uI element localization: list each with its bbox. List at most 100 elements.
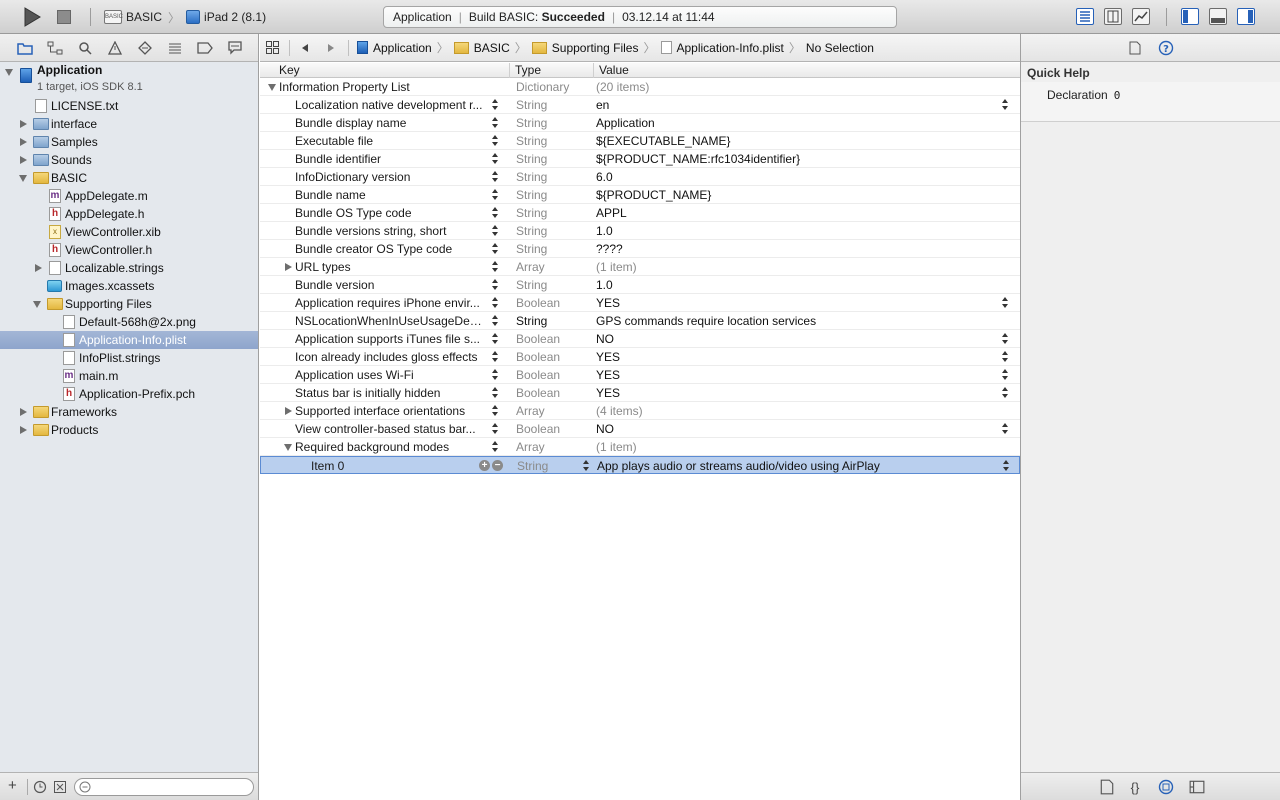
- key-stepper-icon[interactable]: [492, 278, 498, 292]
- tree-item-default-png[interactable]: Default-568h@2x.png: [0, 313, 258, 331]
- disclosure-open-icon[interactable]: [284, 444, 292, 451]
- plist-value[interactable]: NO: [596, 420, 614, 438]
- plist-value[interactable]: NO: [596, 330, 614, 348]
- plist-value[interactable]: YES: [596, 366, 620, 384]
- disclosure-open-icon[interactable]: [33, 301, 41, 308]
- navigator-filter-field[interactable]: [74, 778, 254, 796]
- plist-row[interactable]: Executable file String ${EXECUTABLE_NAME…: [260, 132, 1020, 150]
- key-stepper-icon[interactable]: [492, 332, 498, 346]
- key-stepper-icon[interactable]: [492, 188, 498, 202]
- tree-item-main-m[interactable]: m main.m: [0, 367, 258, 385]
- plist-row[interactable]: Bundle name String ${PRODUCT_NAME}: [260, 186, 1020, 204]
- key-stepper-icon[interactable]: [492, 206, 498, 220]
- run-button[interactable]: [22, 7, 42, 27]
- scheme-selector[interactable]: BASIC BASIC 〉 iPad 2 (8.1): [104, 9, 266, 25]
- disclosure-closed-icon[interactable]: [20, 426, 27, 434]
- plist-value[interactable]: 1.0: [596, 276, 613, 294]
- breakpoint-navigator-tab[interactable]: [197, 40, 213, 56]
- object-library-icon[interactable]: [1158, 779, 1174, 795]
- plist-value[interactable]: YES: [596, 348, 620, 366]
- key-stepper-icon[interactable]: [492, 170, 498, 184]
- type-stepper-icon[interactable]: [583, 459, 589, 473]
- tree-item-sounds[interactable]: Sounds: [0, 151, 258, 169]
- key-stepper-icon[interactable]: [492, 242, 498, 256]
- disclosure-closed-icon[interactable]: [20, 408, 27, 416]
- key-stepper-icon[interactable]: [492, 386, 498, 400]
- tree-item-frameworks[interactable]: Frameworks: [0, 403, 258, 421]
- value-stepper-icon[interactable]: [1002, 350, 1008, 364]
- standard-editor-button[interactable]: [1076, 8, 1094, 25]
- plist-row[interactable]: Status bar is initially hidden Boolean Y…: [260, 384, 1020, 402]
- plist-row[interactable]: Bundle version String 1.0: [260, 276, 1020, 294]
- plist-value[interactable]: APPL: [596, 204, 627, 222]
- disclosure-open-icon[interactable]: [19, 175, 27, 182]
- modified-files-icon[interactable]: [53, 780, 67, 794]
- disclosure-closed-icon[interactable]: [20, 138, 27, 146]
- key-stepper-icon[interactable]: [492, 296, 498, 310]
- plist-row-selected[interactable]: Item 0 + − String App plays audio or str…: [260, 456, 1020, 474]
- plist-row[interactable]: NSLocationWhenInUseUsageDescr... String …: [260, 312, 1020, 330]
- plist-row[interactable]: Application supports iTunes file s... Bo…: [260, 330, 1020, 348]
- breadcrumb-selection[interactable]: No Selection: [806, 41, 874, 55]
- key-stepper-icon[interactable]: [492, 350, 498, 364]
- disclosure-closed-icon[interactable]: [20, 156, 27, 164]
- plist-value[interactable]: Application: [596, 114, 655, 132]
- plist-value[interactable]: ????: [596, 240, 623, 258]
- plist-value[interactable]: YES: [596, 294, 620, 312]
- plist-row[interactable]: Required background modes Array (1 item): [260, 438, 1020, 456]
- value-stepper-icon[interactable]: [1002, 386, 1008, 400]
- disclosure-open-icon[interactable]: [5, 69, 13, 76]
- key-stepper-icon[interactable]: [492, 368, 498, 382]
- plist-value[interactable]: 6.0: [596, 168, 613, 186]
- plist-row[interactable]: Information Property List Dictionary (20…: [260, 78, 1020, 96]
- key-stepper-icon[interactable]: [492, 440, 498, 454]
- forward-arrow-icon[interactable]: [326, 43, 336, 53]
- disclosure-open-icon[interactable]: [268, 84, 276, 91]
- file-template-library-icon[interactable]: [1099, 779, 1115, 795]
- toggle-utilities-button[interactable]: [1237, 8, 1255, 25]
- related-items-grid-icon[interactable]: [266, 41, 279, 54]
- column-header-type[interactable]: Type: [510, 63, 594, 78]
- tree-item-infoplist-strings[interactable]: InfoPlist.strings: [0, 349, 258, 367]
- add-row-icon[interactable]: +: [479, 460, 490, 471]
- plist-value[interactable]: 1.0: [596, 222, 613, 240]
- value-stepper-icon[interactable]: [1002, 98, 1008, 112]
- value-stepper-icon[interactable]: [1003, 459, 1009, 473]
- tree-item-interface[interactable]: interface: [0, 115, 258, 133]
- file-inspector-icon[interactable]: [1129, 41, 1141, 55]
- breadcrumb-group-basic[interactable]: BASIC: [453, 41, 510, 55]
- key-stepper-icon[interactable]: [492, 116, 498, 130]
- issue-navigator-tab[interactable]: [107, 40, 123, 56]
- stop-button[interactable]: [54, 7, 74, 27]
- version-editor-button[interactable]: [1132, 8, 1150, 25]
- plist-value[interactable]: en: [596, 96, 609, 114]
- key-stepper-icon[interactable]: [492, 98, 498, 112]
- value-stepper-icon[interactable]: [1002, 296, 1008, 310]
- plist-row[interactable]: Bundle versions string, short String 1.0: [260, 222, 1020, 240]
- plist-row[interactable]: Supported interface orientations Array (…: [260, 402, 1020, 420]
- disclosure-closed-icon[interactable]: [35, 264, 42, 272]
- disclosure-closed-icon[interactable]: [20, 120, 27, 128]
- key-stepper-icon[interactable]: [492, 404, 498, 418]
- symbol-navigator-tab[interactable]: [47, 40, 63, 56]
- column-header-key[interactable]: Key: [274, 63, 510, 78]
- plist-value[interactable]: ${EXECUTABLE_NAME}: [596, 132, 731, 150]
- breadcrumb-file[interactable]: Application-Info.plist: [660, 41, 784, 55]
- plist-row[interactable]: Bundle display name String Application: [260, 114, 1020, 132]
- tree-item-info-plist[interactable]: Application-Info.plist: [0, 331, 258, 349]
- plist-value[interactable]: ${PRODUCT_NAME}: [596, 186, 711, 204]
- assistant-editor-button[interactable]: [1104, 8, 1122, 25]
- key-stepper-icon[interactable]: [492, 422, 498, 436]
- key-stepper-icon[interactable]: [492, 224, 498, 238]
- recent-files-clock-icon[interactable]: [33, 780, 47, 794]
- plist-value[interactable]: GPS commands require location services: [596, 312, 816, 330]
- key-stepper-icon[interactable]: [492, 314, 498, 328]
- quick-help-icon[interactable]: ?: [1158, 40, 1174, 56]
- find-navigator-tab[interactable]: [77, 40, 93, 56]
- test-navigator-tab[interactable]: [137, 40, 153, 56]
- tree-item-samples[interactable]: Samples: [0, 133, 258, 151]
- disclosure-closed-icon[interactable]: [285, 263, 292, 271]
- plist-row[interactable]: Application uses Wi-Fi Boolean YES: [260, 366, 1020, 384]
- log-navigator-tab[interactable]: [227, 40, 243, 56]
- value-stepper-icon[interactable]: [1002, 332, 1008, 346]
